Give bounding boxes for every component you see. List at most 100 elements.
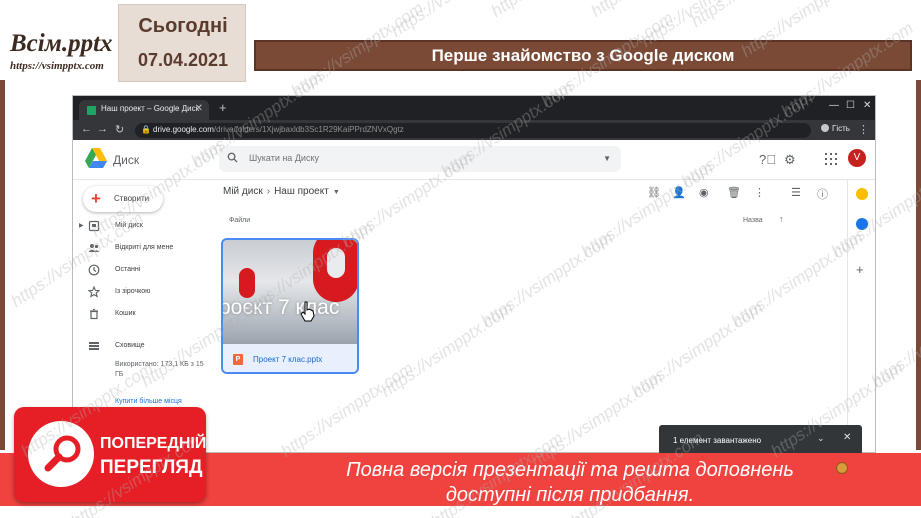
browser-menu-icon[interactable]: ⋮ [858, 123, 869, 136]
tab-strip: Наш проект – Google Диск ✕ + — ☐ ✕ [73, 96, 875, 120]
forward-icon[interactable]: → [97, 123, 108, 135]
badge-text-line2: ПЕРЕГЛЯД [100, 457, 203, 478]
star-icon [88, 286, 100, 298]
storage-icon [89, 342, 99, 350]
drive-header: Диск ▼ ?⃝ ⚙ V [73, 140, 875, 180]
my-drive-icon [88, 220, 100, 232]
file-card-footer: P Проект 7 клас.pptx [223, 344, 357, 372]
trash-icon [90, 308, 98, 320]
new-tab-button[interactable]: + [219, 100, 227, 115]
minimize-icon[interactable]: — [829, 100, 839, 111]
breadcrumb-current[interactable]: Наш проект [274, 186, 329, 197]
help-icon[interactable]: ?⃝ [759, 152, 776, 167]
details-info-icon[interactable]: ⓘ [817, 186, 828, 202]
drive-favicon-icon [87, 106, 96, 115]
address-text: drive.google.com/drive/folders/1Xjwjbaxl… [153, 125, 404, 134]
preview-badge[interactable]: ПОПЕРЕДНІЙ ПЕРЕГЛЯД [14, 407, 206, 502]
guest-profile-button[interactable]: Гість [821, 124, 850, 133]
side-panel: + [847, 180, 875, 452]
brand-title: Всім.pptx [10, 30, 113, 57]
content-scrollbar[interactable] [839, 180, 845, 452]
more-actions-icon[interactable]: ⋮ [754, 186, 765, 199]
location-pin-hole [327, 248, 345, 278]
search-box[interactable]: ▼ [219, 146, 621, 172]
file-name: Проект 7 клас.pptx [253, 355, 323, 364]
maximize-icon[interactable]: ☐ [846, 100, 855, 111]
profile-icon [821, 124, 829, 132]
share-icon[interactable]: 👤 [672, 186, 686, 199]
reload-icon[interactable]: ↻ [115, 123, 124, 136]
browser-tab[interactable]: Наш проект – Google Диск ✕ [79, 100, 209, 120]
create-button[interactable]: + Створити [83, 186, 163, 212]
date-box: Сьогодні 07.04.2021 [118, 4, 246, 82]
account-avatar[interactable]: V [848, 149, 866, 167]
close-icon[interactable]: ✕ [843, 432, 851, 443]
sidebar-item-label: Кошик [115, 310, 136, 317]
badge-text-line1: ПОПЕРЕДНІЙ [100, 435, 207, 452]
tab-close-icon[interactable]: ✕ [195, 103, 203, 114]
breadcrumb: Мій диск › Наш проект ▼ [223, 186, 340, 197]
shared-users-icon [88, 244, 100, 252]
tasks-addon-icon[interactable] [856, 218, 868, 230]
search-options-icon[interactable]: ▼ [603, 154, 611, 163]
thumbnail-text: роєкт 7 клас [223, 296, 340, 319]
sidebar-item-recent[interactable]: Останні [73, 262, 219, 280]
expand-arrow-icon[interactable]: ▶ [79, 222, 84, 229]
file-thumbnail: роєкт 7 клас [223, 240, 357, 344]
files-section-label: Файли [229, 217, 251, 224]
folder-menu-caret-icon[interactable]: ▼ [333, 189, 340, 196]
drive-logo-icon [85, 148, 107, 168]
slide-border-left [0, 80, 5, 450]
create-label: Створити [114, 194, 150, 203]
date-label: Сьогодні [138, 15, 228, 37]
back-icon[interactable]: ← [81, 123, 92, 135]
magnifier-icon [44, 435, 81, 472]
storage-usage-text: Використано: 173,1 КБ з 15 ГБ [115, 361, 204, 378]
slide-title-bar: Перше знайомство з Google диском [254, 40, 912, 71]
sidebar-item-shared[interactable]: Відкриті для мене [73, 240, 219, 258]
sidebar-item-label: Мій диск [115, 222, 143, 229]
get-addons-plus-icon[interactable]: + [856, 262, 864, 277]
slide-side-strip [876, 80, 916, 450]
sidebar-item-label: Останні [115, 266, 141, 273]
window-close-icon[interactable]: ✕ [863, 100, 871, 111]
sidebar-item-trash[interactable]: Кошик [73, 306, 219, 324]
apps-grid-icon[interactable] [825, 153, 837, 165]
sidebar-item-starred[interactable]: Із зірочкою [73, 284, 219, 302]
upload-status-toast: 1 елемент завантажено ⌄ ✕ [659, 425, 862, 455]
brand-logo: Всім.pptx https://vsimpptx.com [4, 26, 116, 76]
search-input[interactable] [249, 153, 579, 163]
breadcrumb-separator-icon: › [266, 186, 271, 197]
browser-toolbar: ← → ↻ 🔒 drive.google.com/drive/folders/1… [73, 120, 875, 140]
buy-storage-link[interactable]: Купити більше місця [115, 398, 182, 405]
clock-icon [88, 264, 100, 276]
drive-content: Мій диск › Наш проект ▼ ⛓ 👤 ◉ 🗑 ⋮ ☰ ⓘ Файли… [219, 180, 839, 452]
file-card[interactable]: роєкт 7 клас P Проект 7 клас.pptx [221, 238, 359, 374]
slide-title: Перше знайомство з Google диском [431, 46, 735, 65]
delete-icon[interactable]: 🗑 [727, 186, 741, 199]
sidebar-item-label: Із зірочкою [115, 288, 151, 295]
hand-cursor-icon [300, 301, 315, 322]
list-view-icon[interactable]: ☰ [791, 186, 801, 199]
settings-gear-icon[interactable]: ⚙ [784, 152, 796, 168]
lock-icon: 🔒 [141, 125, 151, 134]
plus-icon: + [91, 189, 101, 208]
powerpoint-file-icon: P [233, 354, 243, 365]
breadcrumb-root[interactable]: Мій диск [223, 186, 263, 197]
address-bar[interactable]: 🔒 drive.google.com/drive/folders/1Xjwjba… [135, 123, 811, 138]
date-value: 07.04.2021 [137, 50, 229, 70]
location-pin-shape-small [239, 268, 255, 298]
search-icon [227, 152, 238, 163]
keep-addon-icon[interactable] [856, 188, 868, 200]
chevron-down-icon[interactable]: ⌄ [817, 433, 825, 444]
sort-by-name-button[interactable]: Назва [743, 217, 763, 224]
sidebar-item-storage[interactable]: Сховище [73, 338, 219, 356]
sort-direction-arrow-icon[interactable]: ↑ [779, 214, 784, 224]
browser-window: Наш проект – Google Диск ✕ + — ☐ ✕ ← → ↻… [72, 95, 876, 453]
preview-eye-icon[interactable]: ◉ [699, 186, 709, 199]
sidebar-item-my-drive[interactable]: ▶ Мій диск [73, 218, 219, 236]
banner-text-line2: доступні після придбання. [445, 484, 695, 506]
brand-url: https://vsimpptx.com [10, 60, 104, 72]
get-link-icon[interactable]: ⛓ [647, 186, 661, 199]
upload-status-text: 1 елемент завантажено [673, 436, 762, 445]
